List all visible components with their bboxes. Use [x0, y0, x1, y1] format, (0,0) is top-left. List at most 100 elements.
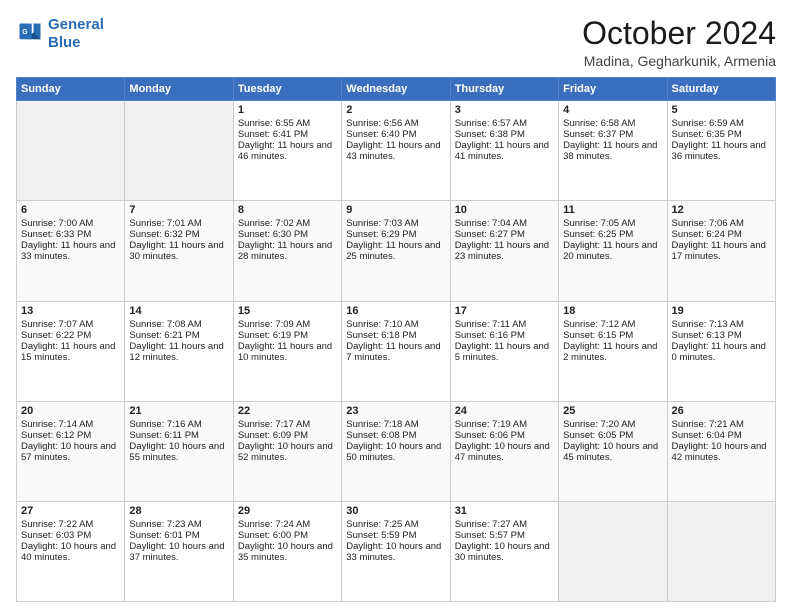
- day-info: Sunset: 6:38 PM: [455, 129, 554, 140]
- day-info: Sunset: 6:08 PM: [346, 430, 445, 441]
- calendar-week-row: 1Sunrise: 6:55 AMSunset: 6:41 PMDaylight…: [17, 101, 776, 201]
- calendar-header-row: SundayMondayTuesdayWednesdayThursdayFrid…: [17, 78, 776, 101]
- day-info: Sunrise: 7:18 AM: [346, 419, 445, 430]
- calendar-cell: 30 Sunrise: 7:25 AMSunset: 5:59 PMDayligh…: [342, 501, 450, 601]
- calendar-body: 1Sunrise: 6:55 AMSunset: 6:41 PMDaylight…: [17, 101, 776, 602]
- day-number: 7: [129, 204, 228, 216]
- day-info: Sunrise: 7:17 AM: [238, 419, 337, 430]
- day-number: 5: [672, 104, 771, 116]
- calendar-cell: 18Sunrise: 7:12 AMSunset: 6:15 PMDayligh…: [559, 301, 667, 401]
- day-info: Sunset: 6:19 PM: [238, 330, 337, 341]
- day-info: Sunrise: 7:14 AM: [21, 419, 120, 430]
- day-number: 13: [21, 305, 120, 317]
- day-number: 2: [346, 104, 445, 116]
- calendar-cell: 21Sunrise: 7:16 AMSunset: 6:11 PMDayligh…: [125, 401, 233, 501]
- day-info: Sunrise: 7:22 AM: [21, 519, 120, 530]
- calendar-cell: 25Sunrise: 7:20 AMSunset: 6:05 PMDayligh…: [559, 401, 667, 501]
- day-number: 23: [346, 405, 445, 417]
- calendar-cell: [559, 501, 667, 601]
- month-title: October 2024: [582, 16, 776, 51]
- calendar-cell: 14Sunrise: 7:08 AMSunset: 6:21 PMDayligh…: [125, 301, 233, 401]
- day-info: Daylight: 11 hours and 41 minutes.: [455, 140, 554, 162]
- day-info: Daylight: 11 hours and 36 minutes.: [672, 140, 771, 162]
- day-number: 26: [672, 405, 771, 417]
- day-info: Sunset: 6:12 PM: [21, 430, 120, 441]
- day-number: 31: [455, 505, 554, 517]
- day-number: 16: [346, 305, 445, 317]
- day-number: 28: [129, 505, 228, 517]
- location-title: Madina, Gegharkunik, Armenia: [582, 53, 776, 69]
- calendar-cell: 4Sunrise: 6:58 AMSunset: 6:37 PMDaylight…: [559, 101, 667, 201]
- calendar-table: SundayMondayTuesdayWednesdayThursdayFrid…: [16, 77, 776, 602]
- calendar-cell: 8Sunrise: 7:02 AMSunset: 6:30 PMDaylight…: [233, 201, 341, 301]
- day-number: 25: [563, 405, 662, 417]
- day-info: Daylight: 11 hours and 12 minutes.: [129, 341, 228, 363]
- calendar-cell: 24Sunrise: 7:19 AMSunset: 6:06 PMDayligh…: [450, 401, 558, 501]
- day-info: Sunrise: 6:59 AM: [672, 118, 771, 129]
- day-info: Daylight: 11 hours and 38 minutes.: [563, 140, 662, 162]
- day-info: Sunrise: 6:57 AM: [455, 118, 554, 129]
- logo-text: General Blue: [48, 16, 104, 52]
- calendar-cell: 10Sunrise: 7:04 AMSunset: 6:27 PMDayligh…: [450, 201, 558, 301]
- calendar-cell: 13Sunrise: 7:07 AMSunset: 6:22 PMDayligh…: [17, 301, 125, 401]
- calendar-cell: 17Sunrise: 7:11 AMSunset: 6:16 PMDayligh…: [450, 301, 558, 401]
- calendar-cell: 7Sunrise: 7:01 AMSunset: 6:32 PMDaylight…: [125, 201, 233, 301]
- day-info: Daylight: 10 hours and 33 minutes.: [346, 541, 445, 563]
- calendar-cell: 31Sunrise: 7:27 AMSunset: 5:57 PMDayligh…: [450, 501, 558, 601]
- day-info: Sunrise: 7:07 AM: [21, 319, 120, 330]
- day-info: Sunset: 6:04 PM: [672, 430, 771, 441]
- calendar-cell: 5Sunrise: 6:59 AMSunset: 6:35 PMDaylight…: [667, 101, 775, 201]
- calendar-cell: 6Sunrise: 7:00 AMSunset: 6:33 PMDaylight…: [17, 201, 125, 301]
- day-info: Sunset: 6:05 PM: [563, 430, 662, 441]
- day-info: Sunrise: 7:00 AM: [21, 218, 120, 229]
- day-info: Daylight: 10 hours and 55 minutes.: [129, 441, 228, 463]
- day-info: Sunrise: 7:24 AM: [238, 519, 337, 530]
- calendar-cell: 22Sunrise: 7:17 AMSunset: 6:09 PMDayligh…: [233, 401, 341, 501]
- calendar-cell: 29Sunrise: 7:24 AMSunset: 6:00 PMDayligh…: [233, 501, 341, 601]
- day-number: 8: [238, 204, 337, 216]
- day-number: 18: [563, 305, 662, 317]
- day-info: Sunset: 6:22 PM: [21, 330, 120, 341]
- calendar-cell: [125, 101, 233, 201]
- day-info: Daylight: 11 hours and 46 minutes.: [238, 140, 337, 162]
- calendar-cell: 15Sunrise: 7:09 AMSunset: 6:19 PMDayligh…: [233, 301, 341, 401]
- calendar-week-row: 6Sunrise: 7:00 AMSunset: 6:33 PMDaylight…: [17, 201, 776, 301]
- day-info: Daylight: 11 hours and 25 minutes.: [346, 240, 445, 262]
- calendar-cell: 12Sunrise: 7:06 AMSunset: 6:24 PMDayligh…: [667, 201, 775, 301]
- day-number: 27: [21, 505, 120, 517]
- day-info: Daylight: 11 hours and 7 minutes.: [346, 341, 445, 363]
- day-number: 30: [346, 505, 445, 517]
- day-info: Daylight: 10 hours and 50 minutes.: [346, 441, 445, 463]
- day-info: Daylight: 10 hours and 37 minutes.: [129, 541, 228, 563]
- day-info: Sunrise: 7:06 AM: [672, 218, 771, 229]
- day-info: Daylight: 10 hours and 30 minutes.: [455, 541, 554, 563]
- day-info: Daylight: 11 hours and 5 minutes.: [455, 341, 554, 363]
- day-info: Sunrise: 7:05 AM: [563, 218, 662, 229]
- day-info: Daylight: 10 hours and 47 minutes.: [455, 441, 554, 463]
- day-info: Sunrise: 6:55 AM: [238, 118, 337, 129]
- day-number: 11: [563, 204, 662, 216]
- header: G General Blue October 2024 Madina, Gegh…: [16, 16, 776, 69]
- calendar-cell: 11Sunrise: 7:05 AMSunset: 6:25 PMDayligh…: [559, 201, 667, 301]
- calendar-cell: 2Sunrise: 6:56 AMSunset: 6:40 PMDaylight…: [342, 101, 450, 201]
- day-number: 29: [238, 505, 337, 517]
- day-info: Sunrise: 7:01 AM: [129, 218, 228, 229]
- calendar-day-header: Thursday: [450, 78, 558, 101]
- day-info: Sunset: 6:37 PM: [563, 129, 662, 140]
- day-info: Sunrise: 7:02 AM: [238, 218, 337, 229]
- calendar-cell: 3Sunrise: 6:57 AMSunset: 6:38 PMDaylight…: [450, 101, 558, 201]
- day-info: Sunrise: 7:23 AM: [129, 519, 228, 530]
- day-info: Sunrise: 7:08 AM: [129, 319, 228, 330]
- day-info: Sunrise: 7:25 AM: [346, 519, 445, 530]
- day-info: Daylight: 11 hours and 17 minutes.: [672, 240, 771, 262]
- title-block: October 2024 Madina, Gegharkunik, Armeni…: [582, 16, 776, 69]
- day-info: Sunrise: 7:27 AM: [455, 519, 554, 530]
- day-info: Sunset: 5:59 PM: [346, 530, 445, 541]
- day-info: Sunset: 6:00 PM: [238, 530, 337, 541]
- calendar-cell: 23 Sunrise: 7:18 AMSunset: 6:08 PMDayligh…: [342, 401, 450, 501]
- day-info: Sunrise: 7:10 AM: [346, 319, 445, 330]
- day-info: Daylight: 11 hours and 33 minutes.: [21, 240, 120, 262]
- logo: G General Blue: [16, 16, 104, 52]
- day-number: 15: [238, 305, 337, 317]
- day-number: 10: [455, 204, 554, 216]
